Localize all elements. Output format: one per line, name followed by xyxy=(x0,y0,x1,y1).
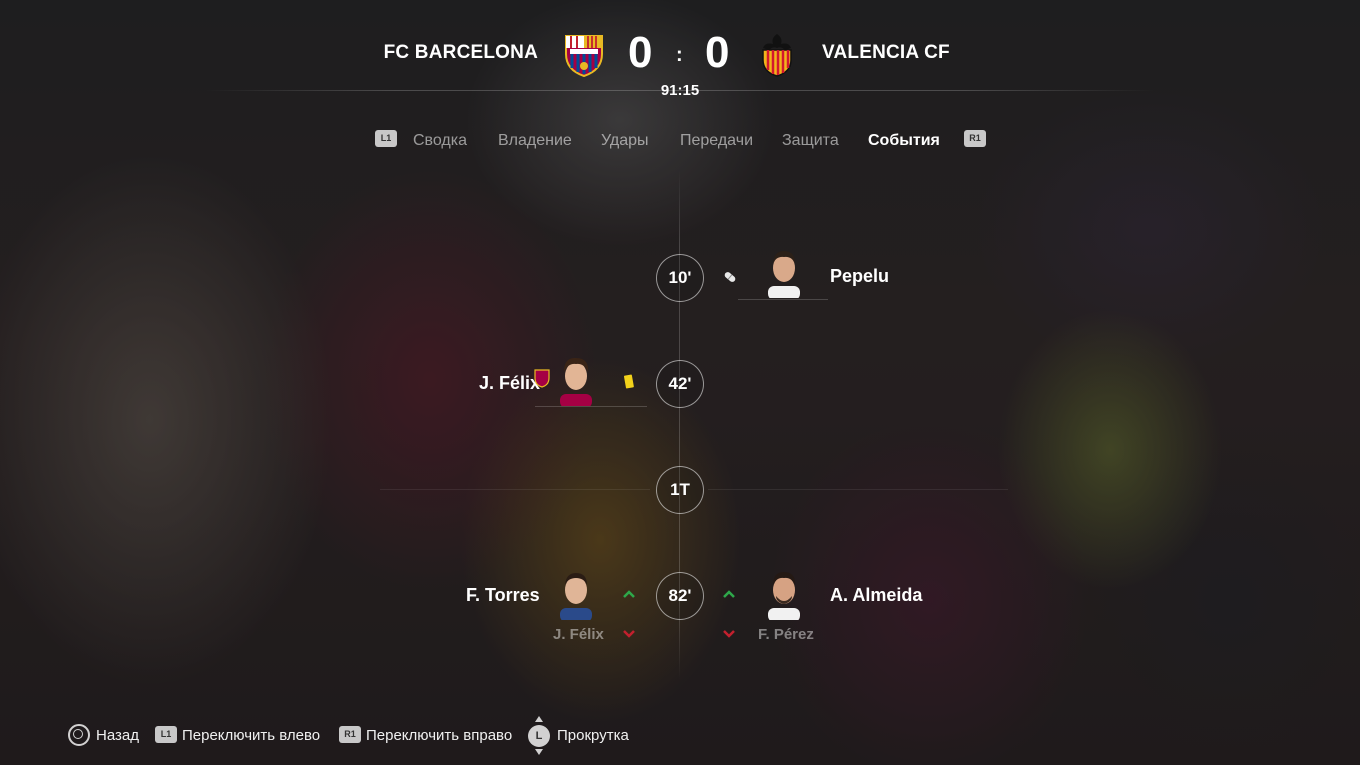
sub-in-name: A. Almeida xyxy=(830,585,923,605)
sub-in-arrow-icon xyxy=(723,590,735,598)
circle-button-icon[interactable] xyxy=(68,724,90,746)
scoreboard: FC BARCELONA 0 : 0 VALENCIA CF 91:15 xyxy=(0,0,1360,110)
tab-events[interactable]: События xyxy=(868,132,940,150)
score-separator: : xyxy=(676,44,683,66)
switch-left-label[interactable]: Переключить влево xyxy=(182,727,320,744)
row-underline xyxy=(738,299,828,300)
sub-out-arrow-icon xyxy=(623,630,635,638)
injury-icon xyxy=(724,272,736,282)
avatar xyxy=(762,568,806,620)
avatar xyxy=(554,568,598,620)
barcelona-crest-icon xyxy=(565,35,603,78)
half-time-line xyxy=(380,489,650,490)
barcelona-badge-icon xyxy=(534,369,550,388)
r1-button-icon[interactable]: R1 xyxy=(964,130,986,147)
r1-button-icon[interactable]: R1 xyxy=(339,726,361,743)
away-score: 0 xyxy=(705,28,730,77)
tab-possession[interactable]: Владение xyxy=(498,132,572,150)
home-team-name: FC BARCELONA xyxy=(383,42,538,63)
footer-controls: Назад L1 Переключить влево R1 Переключит… xyxy=(0,715,1360,755)
avatar xyxy=(554,354,598,406)
stats-tabs: L1 Сводка Владение Удары Передачи Защита… xyxy=(0,128,1360,156)
event-minute: 42' xyxy=(656,360,704,408)
half-time-line xyxy=(708,489,1008,490)
l1-button-icon[interactable]: L1 xyxy=(155,726,177,743)
scroll-label[interactable]: Прокрутка xyxy=(557,727,629,744)
valencia-crest-icon xyxy=(762,34,792,77)
switch-right-label[interactable]: Переключить вправо xyxy=(366,727,512,744)
tab-passes[interactable]: Передачи xyxy=(680,132,753,150)
event-minute: 10' xyxy=(656,254,704,302)
player-name: J. Félix xyxy=(479,373,541,393)
header-divider xyxy=(205,90,1155,91)
avatar xyxy=(762,246,806,298)
home-score: 0 xyxy=(628,28,653,77)
sub-in-arrow-icon xyxy=(623,590,635,598)
half-time-marker: 1Т xyxy=(656,466,704,514)
sub-out-name: F. Pérez xyxy=(758,626,814,643)
tab-defense[interactable]: Защита xyxy=(782,132,839,150)
sub-out-name: J. Félix xyxy=(553,626,604,643)
tab-summary[interactable]: Сводка xyxy=(413,132,467,150)
back-label[interactable]: Назад xyxy=(96,727,139,744)
sub-out-arrow-icon xyxy=(723,630,735,638)
sub-in-name: F. Torres xyxy=(466,585,540,605)
left-stick-icon[interactable]: L xyxy=(528,725,550,747)
yellow-card-icon xyxy=(624,374,634,389)
tab-shots[interactable]: Удары xyxy=(601,132,649,150)
chevron-down-icon xyxy=(535,749,543,755)
player-name: Pepelu xyxy=(830,266,890,286)
away-team-name: VALENCIA CF xyxy=(822,42,950,63)
event-minute: 82' xyxy=(656,572,704,620)
l1-button-icon[interactable]: L1 xyxy=(375,130,397,147)
chevron-up-icon xyxy=(535,716,543,722)
row-underline xyxy=(535,406,647,407)
